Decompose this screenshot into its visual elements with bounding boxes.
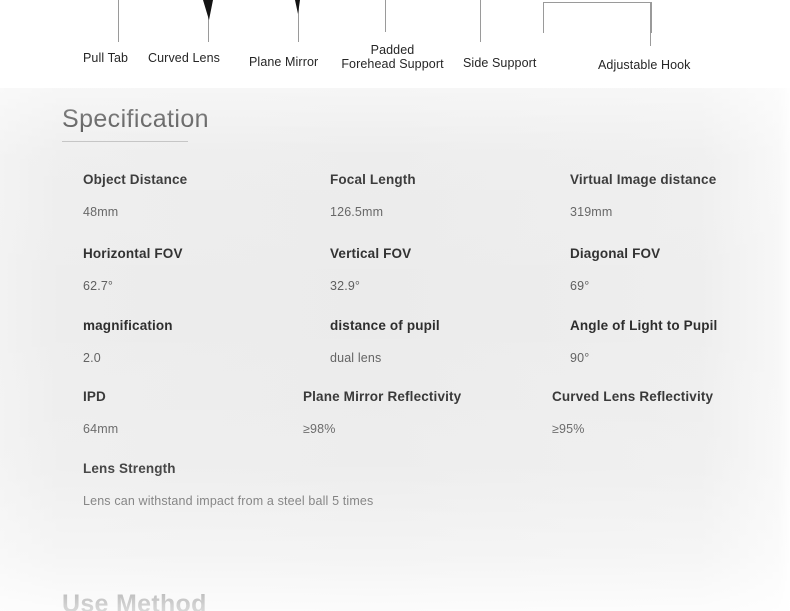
product-diagram: Pull Tab Curved Lens Plane Mirror Padded… bbox=[0, 0, 790, 88]
spec-label: IPD bbox=[83, 389, 106, 404]
specification-heading-underline bbox=[62, 141, 188, 142]
spec-label: Focal Length bbox=[330, 172, 416, 187]
spec-value: 48mm bbox=[83, 205, 119, 219]
curved-lens-blade-icon bbox=[203, 0, 213, 20]
spec-cell-curved-lens-reflectivity: Curved Lens Reflectivity ≥95% bbox=[552, 389, 713, 436]
callout-padded-forehead-support-label-line1: Padded bbox=[370, 43, 415, 57]
use-method-heading-text: Use Method bbox=[62, 590, 207, 611]
spec-cell-distance-of-pupil: distance of pupil dual lens bbox=[330, 318, 440, 365]
spec-label: magnification bbox=[83, 318, 173, 333]
leader-line-pull-tab bbox=[118, 0, 119, 42]
callout-padded-forehead-support-label-line2: Forehead Support bbox=[341, 56, 444, 71]
spec-value: 319mm bbox=[570, 205, 613, 219]
spec-cell-plane-mirror-reflectivity: Plane Mirror Reflectivity ≥98% bbox=[303, 389, 461, 436]
spec-value: 126.5mm bbox=[330, 205, 384, 219]
spec-value: 69° bbox=[570, 279, 590, 293]
spec-value: 2.0 bbox=[83, 351, 101, 365]
callout-adjustable-hook-label: Adjustable Hook bbox=[598, 58, 691, 72]
spec-cell-virtual-image-distance: Virtual Image distance 319mm bbox=[570, 172, 716, 219]
callout-side-support: Side Support bbox=[463, 57, 536, 70]
use-method-heading: Use Method bbox=[62, 590, 207, 611]
callout-plane-mirror: Plane Mirror bbox=[249, 56, 318, 69]
spec-value: 64mm bbox=[83, 422, 119, 436]
spec-value: Lens can withstand impact from a steel b… bbox=[83, 494, 374, 508]
spec-value: 32.9° bbox=[330, 279, 361, 293]
spec-label: distance of pupil bbox=[330, 318, 440, 333]
callout-curved-lens: Curved Lens bbox=[148, 52, 220, 65]
spec-label: Curved Lens Reflectivity bbox=[552, 389, 714, 404]
product-spec-page: Pull Tab Curved Lens Plane Mirror Padded… bbox=[0, 0, 790, 611]
spec-cell-magnification: magnification 2.0 bbox=[83, 318, 173, 365]
spec-label: Horizontal FOV bbox=[83, 246, 183, 261]
spec-label: Plane Mirror Reflectivity bbox=[303, 389, 462, 404]
spec-value: 62.7° bbox=[83, 279, 114, 293]
spec-label: Object Distance bbox=[83, 172, 188, 187]
leader-line-padded-forehead-support bbox=[385, 0, 386, 32]
spec-label: Lens Strength bbox=[83, 461, 176, 476]
spec-cell-vertical-fov: Vertical FOV 32.9° bbox=[330, 246, 411, 293]
spec-value: 90° bbox=[570, 351, 590, 365]
spec-cell-object-distance: Object Distance 48mm bbox=[83, 172, 187, 219]
spec-cell-diagonal-fov: Diagonal FOV 69° bbox=[570, 246, 660, 293]
spec-value: ≥95% bbox=[552, 422, 585, 436]
spec-label: Virtual Image distance bbox=[570, 172, 717, 187]
callout-side-support-label: Side Support bbox=[463, 56, 537, 70]
spec-label: Angle of Light to Pupil bbox=[570, 318, 718, 333]
spec-cell-focal-length: Focal Length 126.5mm bbox=[330, 172, 416, 219]
specification-heading: Specification bbox=[62, 105, 209, 134]
bracket-adjustable-hook bbox=[543, 2, 652, 33]
plane-mirror-blade-icon bbox=[295, 0, 300, 14]
spec-label: Diagonal FOV bbox=[570, 246, 661, 261]
spec-cell-ipd: IPD 64mm bbox=[83, 389, 118, 436]
diagram-image-area: Pull Tab Curved Lens Plane Mirror Padded… bbox=[45, 0, 745, 88]
spec-cell-horizontal-fov: Horizontal FOV 62.7° bbox=[83, 246, 183, 293]
spec-value: ≥98% bbox=[303, 422, 336, 436]
callout-curved-lens-label: Curved Lens bbox=[148, 51, 220, 65]
leader-line-adjustable-hook bbox=[650, 2, 651, 46]
spec-value: dual lens bbox=[330, 351, 382, 365]
callout-adjustable-hook: Adjustable Hook bbox=[598, 59, 691, 72]
callout-padded-forehead-support: Padded Forehead Support bbox=[335, 43, 450, 71]
specification-heading-text: Specification bbox=[62, 105, 209, 133]
callout-plane-mirror-label: Plane Mirror bbox=[249, 55, 319, 69]
spec-label: Vertical FOV bbox=[330, 246, 412, 261]
callout-pull-tab: Pull Tab bbox=[83, 52, 128, 65]
spec-cell-angle-of-light-to-pupil: Angle of Light to Pupil 90° bbox=[570, 318, 717, 365]
spec-cell-lens-strength: Lens Strength Lens can withstand impact … bbox=[83, 461, 373, 508]
callout-pull-tab-label: Pull Tab bbox=[83, 51, 129, 65]
leader-line-side-support bbox=[480, 0, 481, 42]
